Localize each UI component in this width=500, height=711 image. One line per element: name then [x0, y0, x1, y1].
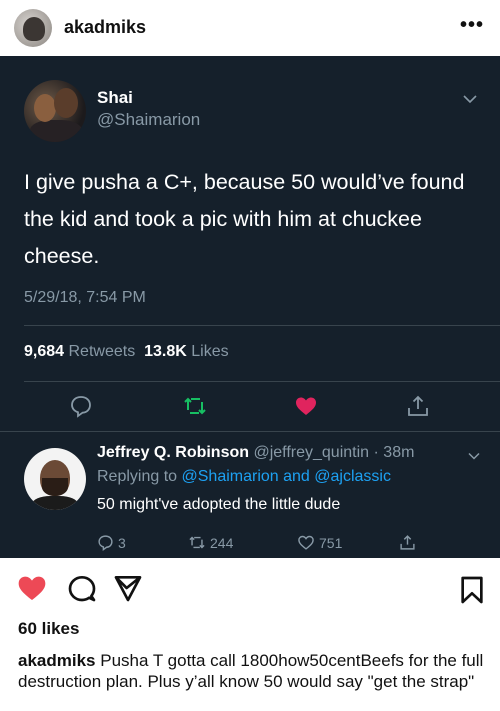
- mention-link[interactable]: @ajclassic: [314, 468, 391, 485]
- chevron-down-icon: [463, 95, 477, 104]
- tweet-stats: 9,684 Retweets 13.8K Likes: [24, 343, 229, 361]
- reply-author-handle: @jeffrey_quintin: [253, 444, 370, 461]
- divider: [24, 381, 500, 382]
- heart-filled-icon[interactable]: [16, 572, 48, 604]
- heart-outline-icon: [298, 535, 314, 550]
- comment-icon[interactable]: [66, 572, 98, 604]
- reply-icon[interactable]: [69, 394, 93, 418]
- more-options-icon[interactable]: •••: [460, 14, 484, 37]
- chevron-down-icon: [468, 452, 480, 460]
- reply-time: · 38m: [373, 444, 415, 461]
- post-caption: akadmiks Pusha T gotta call 1800how50cen…: [18, 650, 488, 692]
- share-icon[interactable]: [406, 394, 430, 418]
- tweet-author-avatar: [24, 80, 86, 142]
- likes-count: 13.8K: [144, 343, 187, 360]
- reply-retweet-count: 244: [210, 534, 234, 551]
- tweet-text: I give pusha a C+, because 50 would’ve f…: [24, 170, 465, 268]
- mention-conjunction: and: [283, 468, 310, 485]
- reply-text: 50 might've adopted the little dude: [97, 496, 341, 513]
- profile-username[interactable]: akadmiks: [64, 17, 146, 38]
- caption-username[interactable]: akadmiks: [18, 651, 96, 670]
- tweet-screenshot: Shai @Shaimarion I give pusha a C+, beca…: [0, 56, 500, 558]
- reply-header: Jeffrey Q. Robinson @jeffrey_quintin · 3…: [97, 444, 414, 462]
- retweets-label: Retweets: [68, 343, 136, 360]
- reply-reply-action[interactable]: 3: [97, 534, 126, 551]
- tweet-author-name: Shai: [97, 88, 133, 107]
- profile-avatar[interactable]: [14, 9, 52, 47]
- replying-to-line: Replying to @Shaimarion and @ajclassic: [97, 468, 391, 486]
- reply-author-avatar: [24, 448, 86, 510]
- bookmark-icon[interactable]: [456, 574, 488, 606]
- likes-label: Likes: [191, 343, 229, 360]
- reply-count: 3: [118, 534, 126, 551]
- share-icon: [400, 535, 415, 550]
- likes-count[interactable]: 60 likes: [18, 619, 79, 639]
- heart-icon[interactable]: [294, 394, 318, 418]
- replying-to-label: Replying to: [97, 468, 178, 485]
- reply-share-action[interactable]: [399, 534, 416, 551]
- tweet-timestamp: 5/29/18, 7:54 PM: [24, 289, 146, 306]
- reply-retweet-action[interactable]: 244: [188, 534, 233, 551]
- post-header: akadmiks •••: [0, 0, 500, 56]
- divider: [0, 431, 500, 432]
- retweet-icon[interactable]: [183, 394, 207, 418]
- retweet-icon: [189, 536, 205, 549]
- send-icon[interactable]: [112, 572, 144, 604]
- reply-like-action[interactable]: 751: [297, 534, 342, 551]
- divider: [24, 325, 500, 326]
- mention-link[interactable]: @Shaimarion: [182, 468, 279, 485]
- retweets-count: 9,684: [24, 343, 65, 360]
- reply-icon: [98, 535, 113, 551]
- reply-author-name: Jeffrey Q. Robinson: [97, 444, 250, 461]
- reply-like-count: 751: [319, 534, 343, 551]
- tweet-author-handle: @Shaimarion: [97, 110, 201, 129]
